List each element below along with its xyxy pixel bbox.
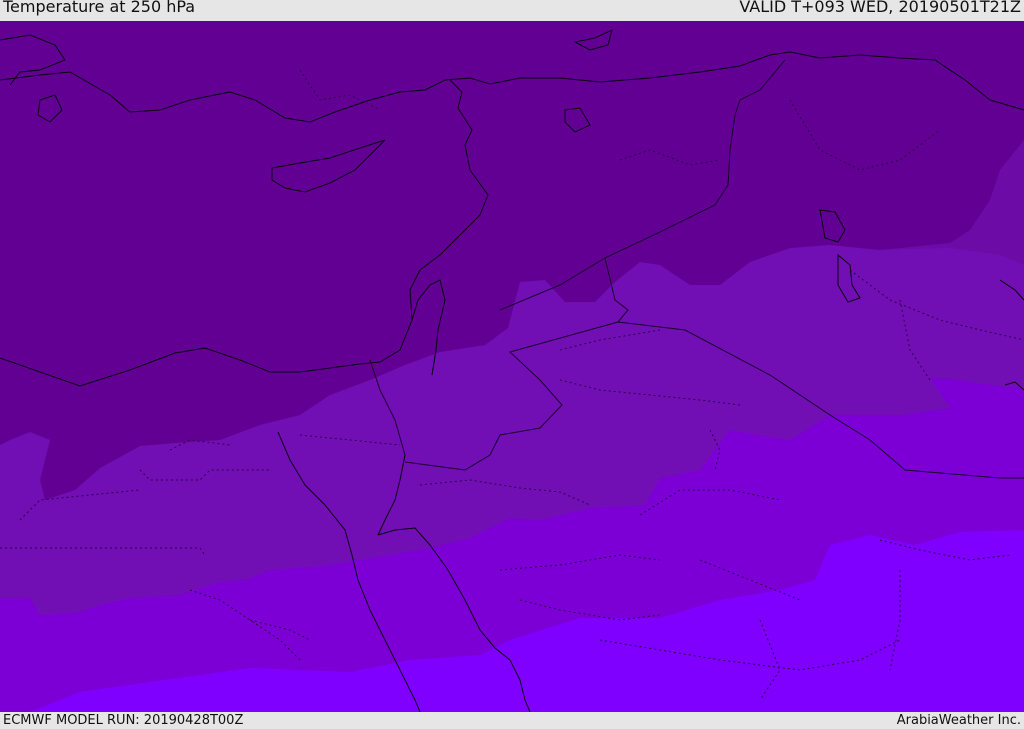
model-run-label: ECMWF MODEL RUN: 20190428T00Z — [3, 713, 244, 728]
map-title: Temperature at 250 hPa — [3, 0, 196, 16]
map-footer: ECMWF MODEL RUN: 20190428T00Z ArabiaWeat… — [0, 712, 1024, 729]
temperature-map[interactable] — [0, 21, 1024, 712]
credit-label: ArabiaWeather Inc. — [896, 713, 1021, 728]
valid-time: VALID T+093 WED, 20190501T21Z — [739, 0, 1021, 16]
map-header: Temperature at 250 hPa VALID T+093 WED, … — [0, 0, 1024, 21]
